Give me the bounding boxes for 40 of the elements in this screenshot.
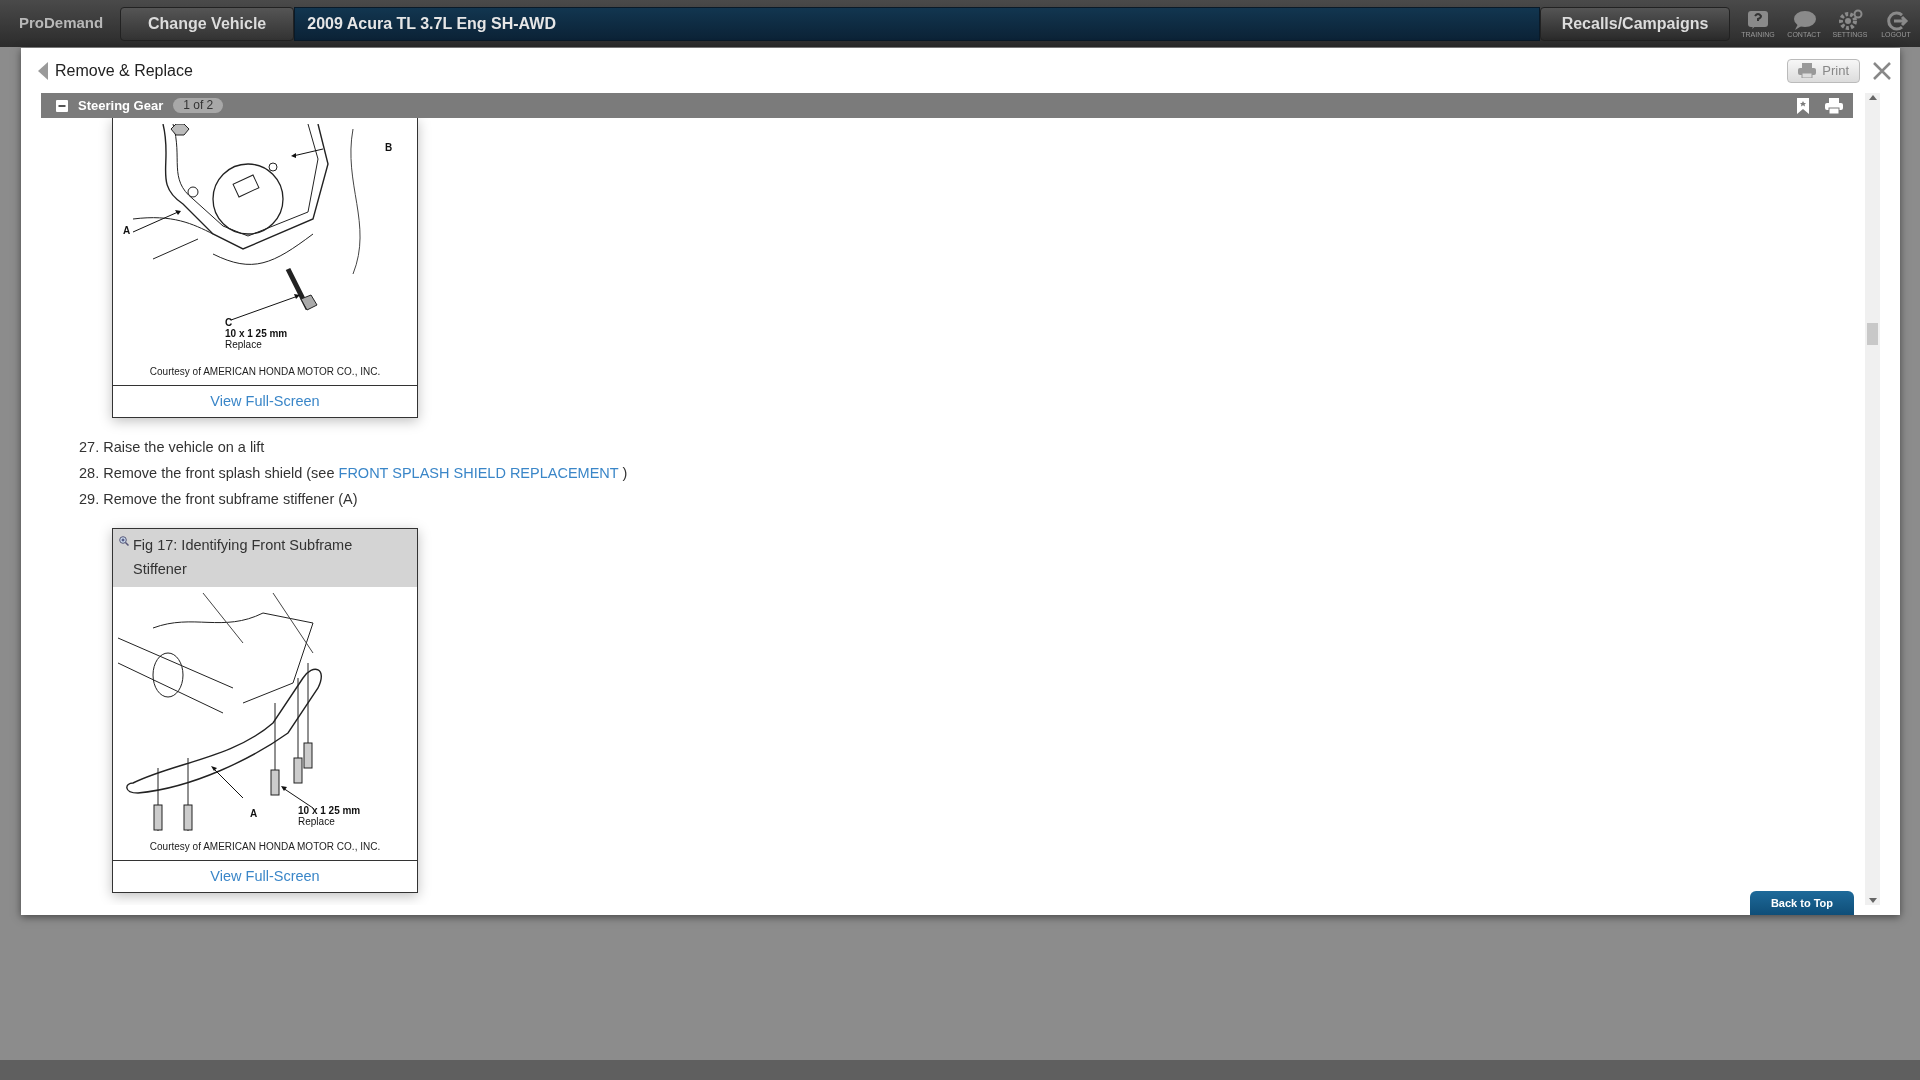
brand-logo[interactable]: ProDemand	[0, 12, 120, 35]
callout-label: A	[123, 225, 131, 236]
callout-label: B	[385, 142, 393, 153]
page-count-badge: 1 of 2	[173, 98, 224, 113]
printer-icon[interactable]	[1825, 97, 1843, 114]
callout-label: 10 x 1 25 mm	[298, 805, 361, 816]
view-full-screen-link[interactable]: View Full-Screen	[210, 390, 320, 413]
image-credit: Courtesy of AMERICAN HONDA MOTOR CO., INC.	[148, 365, 382, 379]
scroll-down-icon[interactable]	[1868, 898, 1877, 903]
image-credit: Courtesy of AMERICAN HONDA MOTOR CO., INC.	[148, 840, 382, 854]
panel-title: Remove & Replace	[55, 60, 193, 81]
print-button[interactable]: Print	[1787, 58, 1860, 83]
change-vehicle-button[interactable]: Change Vehicle	[120, 6, 295, 41]
step-text: 29. Remove the front subframe stiffener (A)	[79, 490, 359, 509]
view-full-screen-link[interactable]: View Full-Screen	[210, 865, 320, 888]
figure-title: Fig 17: Identifying Front Subframe Stiffener	[133, 536, 354, 579]
callout-label: Replace	[225, 339, 262, 350]
recalls-campaigns-button[interactable]: Recalls/Campaigns	[1540, 6, 1730, 41]
printer-icon	[1798, 63, 1817, 78]
vehicle-field[interactable]: 2009 Acura TL 3.7L Eng SH-AWD	[294, 6, 1540, 41]
chat-bubble-icon	[1791, 8, 1817, 31]
help-icon	[1745, 8, 1771, 31]
zoom-icon[interactable]	[119, 536, 129, 546]
scroll-up-icon[interactable]	[1868, 95, 1877, 100]
back-icon[interactable]	[38, 61, 48, 80]
callout-label: Replace	[298, 816, 335, 827]
callout-label: 10 x 1 25 mm	[225, 328, 288, 339]
step-text: 28. Remove the front splash shield (see FRONT SPLASH SHIELD REPLACEMENT )	[79, 464, 629, 483]
section-title: Steering Gear	[78, 96, 164, 115]
scrollbar[interactable]	[1865, 93, 1880, 905]
bookmark-icon[interactable]	[1797, 97, 1809, 114]
close-icon[interactable]	[1872, 60, 1892, 81]
callout-label: C	[225, 317, 233, 328]
step-text: 27. Raise the vehicle on a lift	[79, 438, 266, 457]
callout-label: A	[250, 808, 258, 819]
back-to-top-button[interactable]: Back to Top	[1750, 891, 1854, 915]
settings-icon	[1837, 8, 1863, 31]
collapse-icon[interactable]	[56, 99, 68, 112]
scrollbar-thumb[interactable]	[1867, 323, 1878, 345]
step-link[interactable]: FRONT SPLASH SHIELD REPLACEMENT	[338, 465, 619, 481]
